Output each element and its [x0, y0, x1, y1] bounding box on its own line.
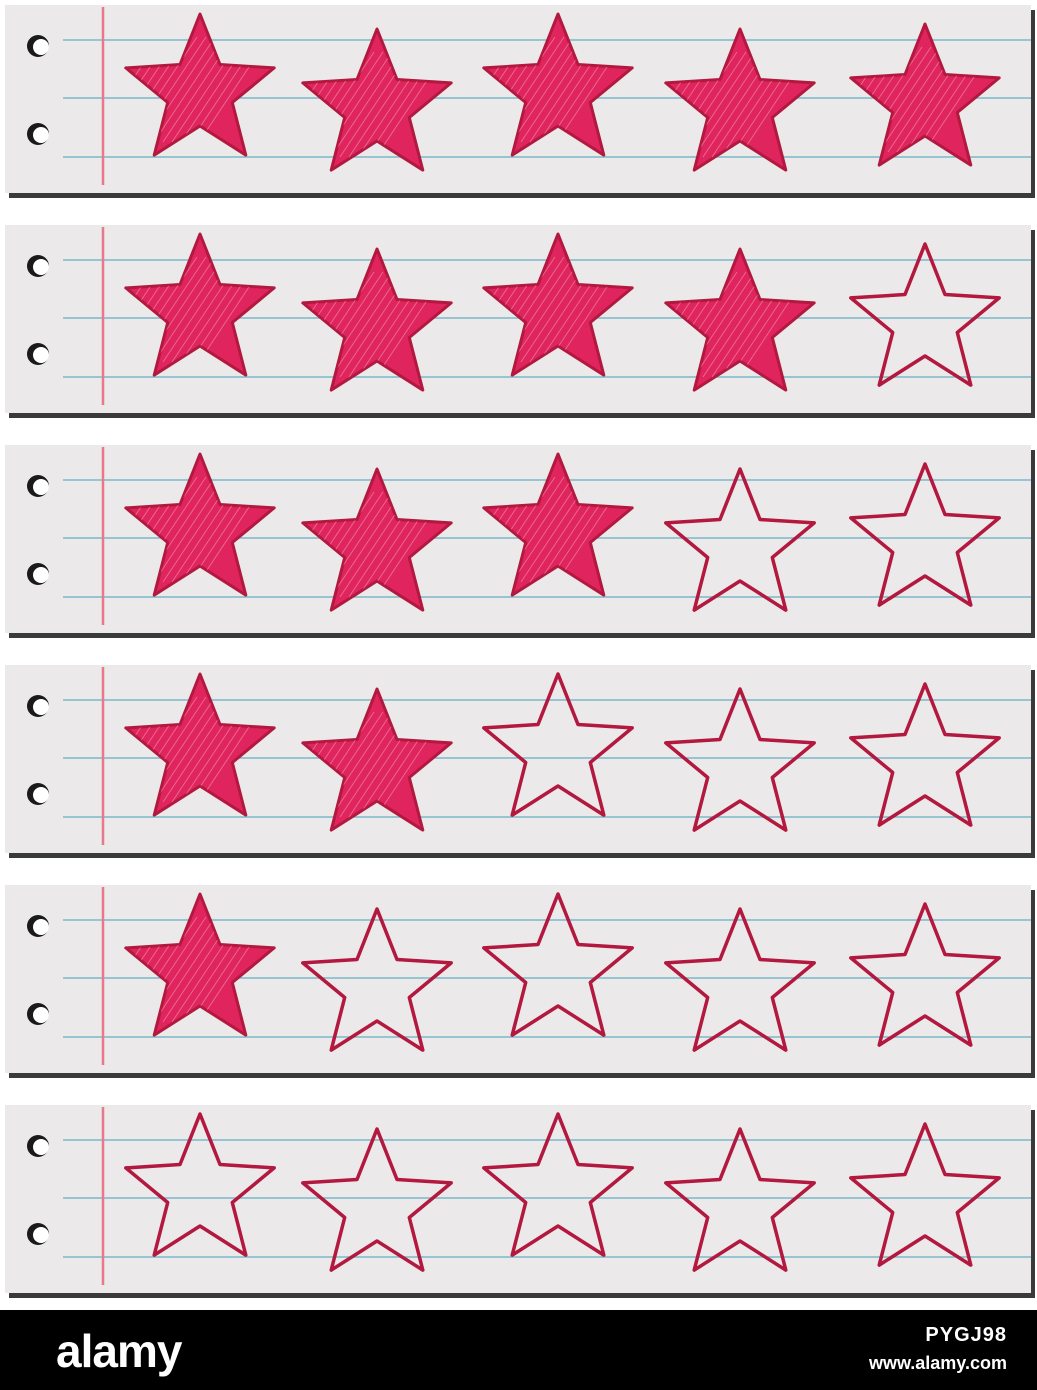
star-outline-icon [482, 892, 634, 1037]
star-filled-icon [664, 27, 816, 172]
star-filled-icon [124, 672, 276, 817]
star-filled-icon [482, 452, 634, 597]
star-filled-icon [301, 247, 453, 392]
star-filled-icon [124, 232, 276, 377]
rating-strip [5, 225, 1031, 413]
star-rating [124, 672, 1001, 832]
star-filled-icon [124, 892, 276, 1037]
alamy-logo: alamy [56, 1325, 182, 1377]
star-rating [124, 892, 1001, 1052]
star-filled-icon [124, 452, 276, 597]
rating-strip [5, 665, 1031, 853]
star-outline-icon [664, 1127, 816, 1272]
star-filled-icon [482, 12, 634, 157]
star-filled-icon [849, 22, 1001, 167]
rating-strip [5, 885, 1031, 1073]
star-rating [124, 232, 1001, 392]
image-url: www.alamy.com [868, 1353, 1007, 1373]
star-rating [124, 452, 1001, 612]
star-outline-icon [482, 1112, 634, 1257]
star-outline-icon [849, 242, 1001, 387]
star-filled-icon [664, 247, 816, 392]
star-filled-icon [482, 232, 634, 377]
star-outline-icon [664, 467, 816, 612]
rating-strip [5, 1105, 1031, 1293]
star-outline-icon [849, 462, 1001, 607]
image-id: PYGJ98 [925, 1324, 1007, 1346]
star-outline-icon [664, 907, 816, 1052]
star-filled-icon [301, 467, 453, 612]
star-outline-icon [849, 1122, 1001, 1267]
watermark-footer: alamy PYGJ98 www.alamy.com [0, 1310, 1037, 1390]
rating-strip [5, 5, 1031, 193]
star-filled-icon [301, 687, 453, 832]
star-outline-icon [482, 672, 634, 817]
star-outline-icon [301, 907, 453, 1052]
star-outline-icon [849, 902, 1001, 1047]
star-filled-icon [124, 12, 276, 157]
star-filled-icon [301, 27, 453, 172]
star-rating [124, 12, 1001, 172]
star-outline-icon [664, 687, 816, 832]
image-meta: PYGJ98 www.alamy.com [869, 1324, 1007, 1374]
rating-strip [5, 445, 1031, 633]
star-outline-icon [301, 1127, 453, 1272]
star-outline-icon [849, 682, 1001, 827]
star-outline-icon [124, 1112, 276, 1257]
star-rating [124, 1112, 1001, 1272]
